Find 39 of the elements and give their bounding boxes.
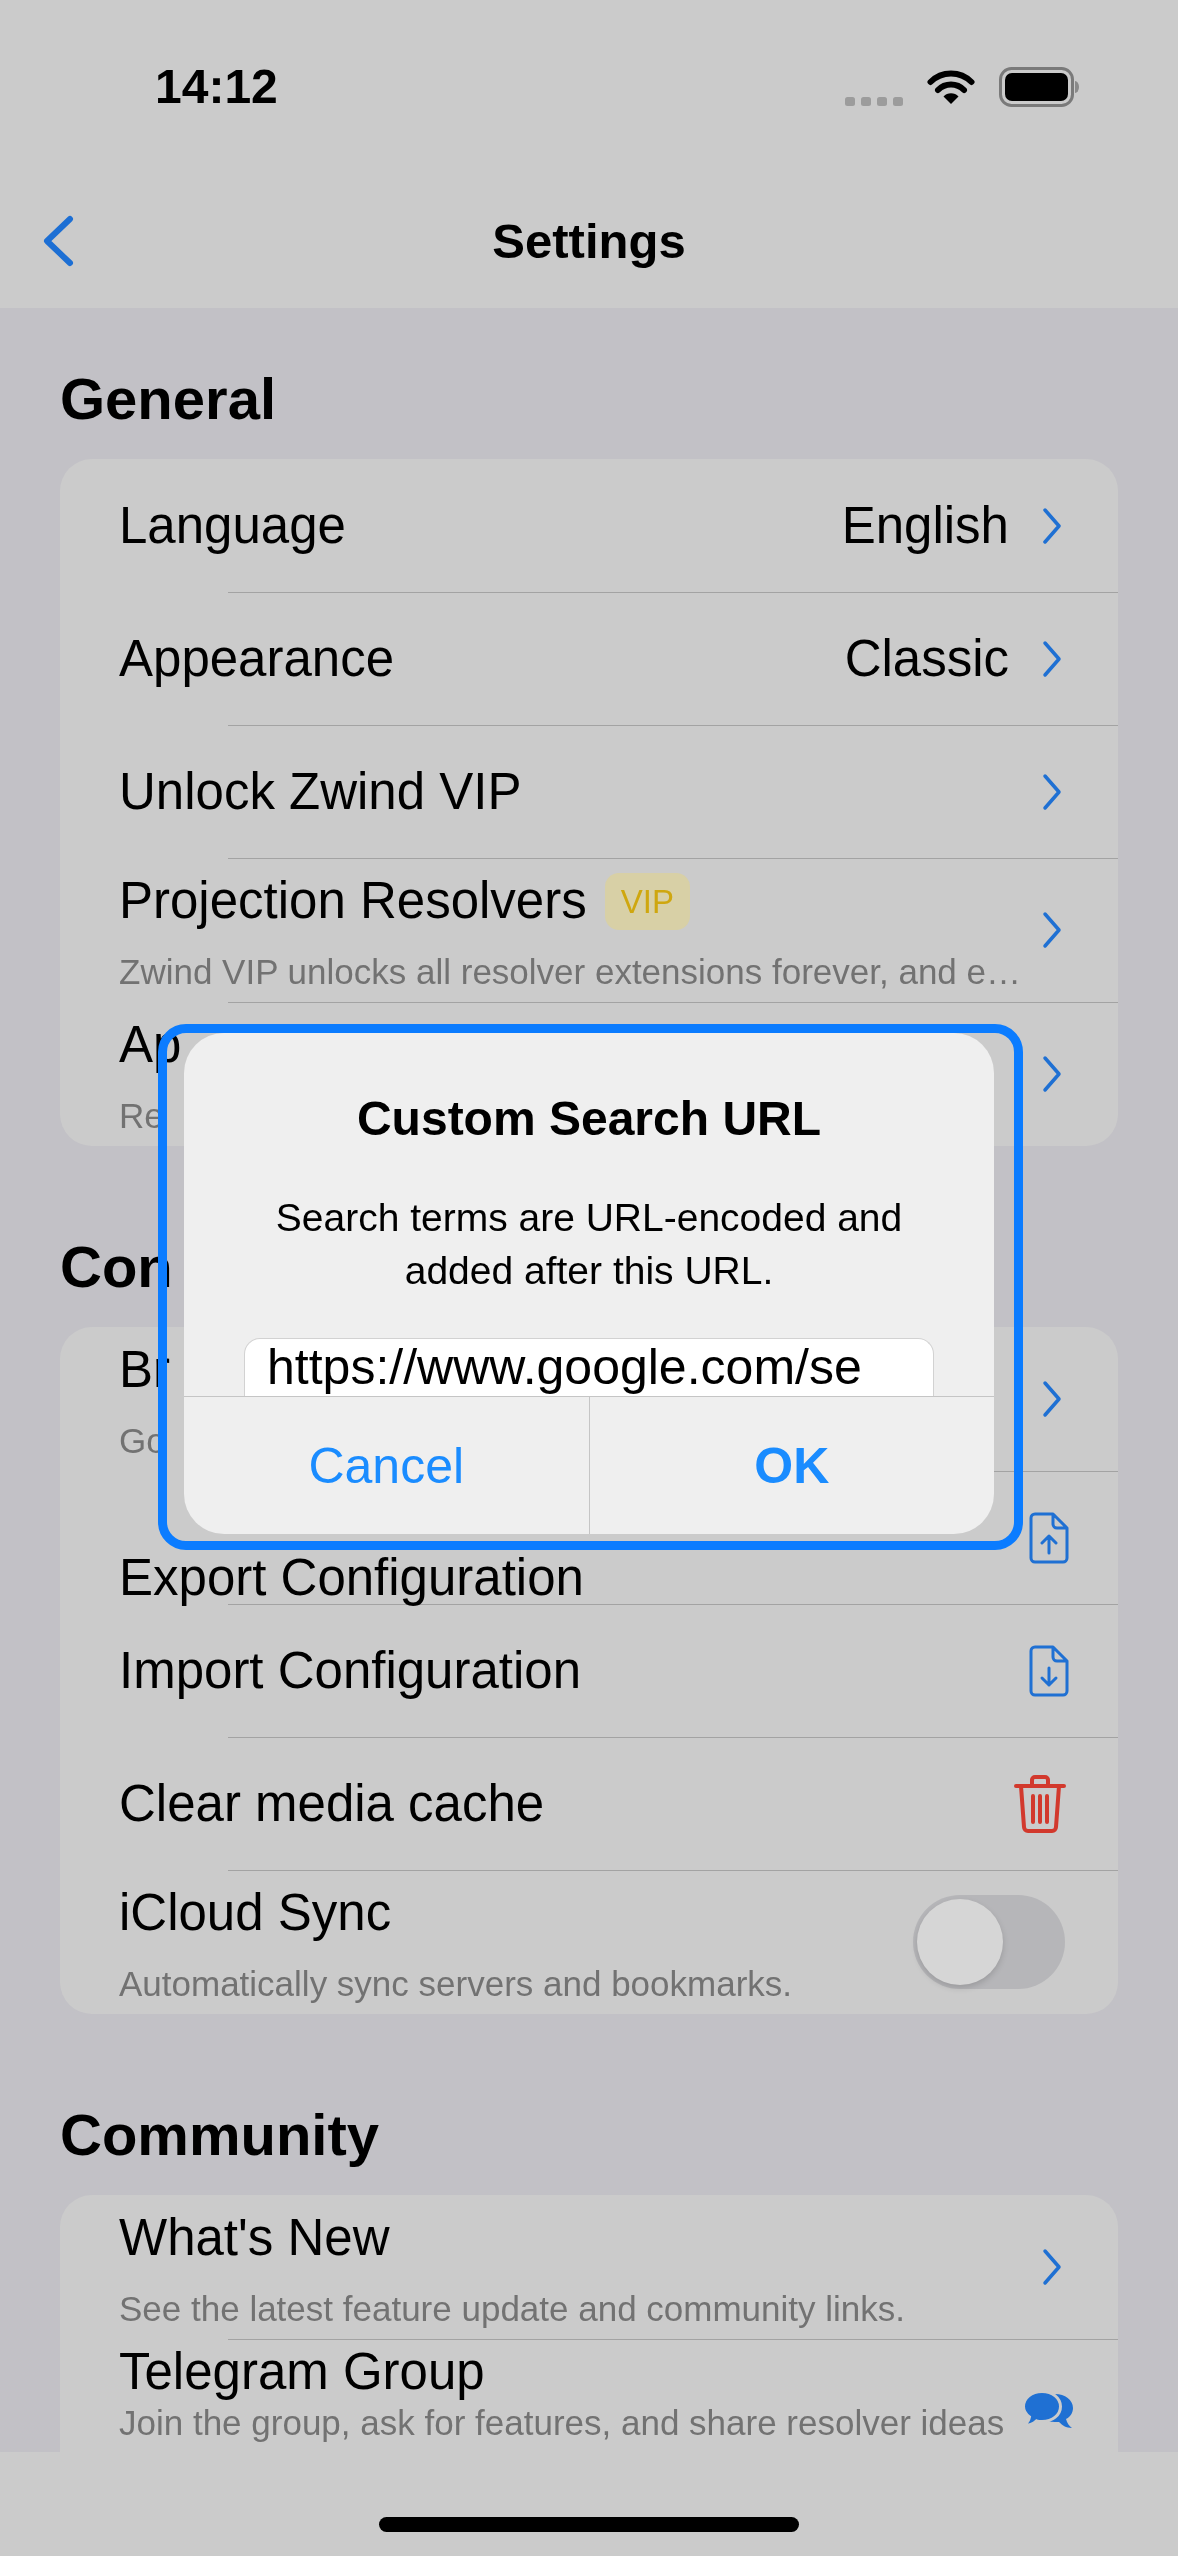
chevron-right-icon — [1042, 2248, 1062, 2286]
row-subtitle: See the latest feature update and community links. — [119, 2288, 905, 2330]
row-title[interactable]: Language — [119, 496, 346, 555]
row-value: Classic — [844, 629, 1009, 688]
dialog-message: Search terms are URL-encoded and added after this URL. — [274, 1195, 904, 1294]
row-subtitle: Zwind VIP unlocks all resolver extensions forever, and e… — [119, 951, 1022, 993]
row-title[interactable]: Export Configuration — [119, 1552, 584, 1604]
row-title[interactable]: Telegram Group — [119, 2343, 485, 2401]
wifi-icon — [927, 69, 975, 105]
screen-title: Settings — [492, 213, 686, 270]
battery-icon — [999, 67, 1081, 107]
back-button[interactable] — [41, 215, 75, 267]
trash-icon — [1013, 1773, 1067, 1834]
chevron-right-icon — [1042, 911, 1062, 949]
chevron-right-icon — [1042, 1380, 1062, 1418]
signal-icon — [845, 96, 903, 106]
row-title[interactable]: Appearance — [119, 629, 395, 688]
row-title[interactable]: Import Configuration — [119, 1641, 582, 1700]
document-arrow-down-icon — [1029, 1644, 1069, 1697]
chevron-right-icon — [1042, 639, 1062, 678]
row-subtitle: Join the group, ask for features, and share resolver ideas — [119, 2403, 1005, 2443]
row-title[interactable]: Unlock Zwind VIP — [119, 762, 522, 821]
row-subtitle: Automatically sync servers and bookmarks. — [119, 1963, 793, 2005]
chevron-left-icon — [41, 215, 75, 267]
status-time: 14:12 — [155, 59, 278, 115]
document-arrow-up-icon — [1029, 1511, 1069, 1564]
text-field[interactable]: https://www.google.com/se — [244, 1338, 934, 1396]
section-heading: General — [60, 365, 277, 433]
row-value: English — [841, 496, 1009, 555]
chevron-right-icon — [1042, 772, 1062, 811]
section-heading: Community — [60, 2101, 380, 2169]
row-title[interactable]: Clear media cache — [119, 1774, 545, 1833]
dialog-title: Custom Search URL — [356, 1091, 822, 1147]
row-title[interactable]: What's New — [119, 2209, 390, 2267]
row-title: iCloud Sync — [119, 1884, 392, 1942]
chevron-right-icon — [1042, 506, 1062, 545]
row-title[interactable]: Projection Resolvers — [119, 872, 587, 930]
vip-badge: VIP — [604, 872, 690, 930]
chevron-right-icon — [1042, 1055, 1062, 1093]
